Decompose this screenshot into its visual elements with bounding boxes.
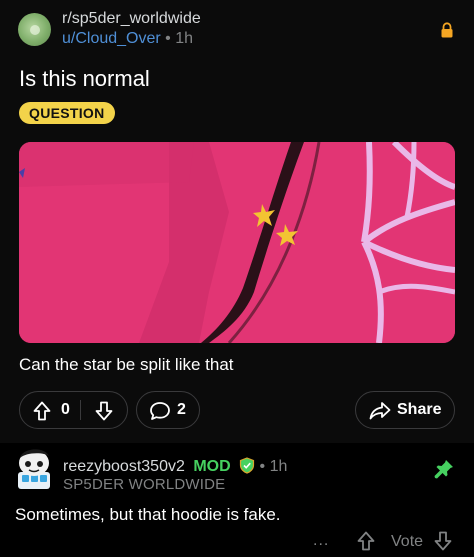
post-body: Can the star be split like that bbox=[19, 355, 234, 374]
comment-count: 2 bbox=[177, 401, 186, 418]
byline-separator: • bbox=[165, 30, 176, 47]
comment: reezyboost350v2 MOD • 1h SP5DER WORLDWID… bbox=[0, 443, 474, 557]
mod-badge: MOD bbox=[193, 458, 231, 475]
arrow-down-icon[interactable] bbox=[95, 401, 113, 421]
mod-shield-icon bbox=[239, 457, 255, 474]
comment-bubble-icon bbox=[150, 402, 170, 420]
subreddit-name[interactable]: r/sp5der_worldwide bbox=[62, 10, 201, 28]
hoodie-photo bbox=[19, 142, 455, 343]
arrow-up-icon[interactable] bbox=[357, 531, 375, 551]
comments-button[interactable]: 2 bbox=[136, 391, 200, 429]
comment-time-sep: • bbox=[259, 458, 270, 475]
vote-bar: 0 bbox=[19, 391, 128, 429]
post-title[interactable]: Is this normal bbox=[19, 66, 150, 92]
more-options-button[interactable]: ... bbox=[313, 532, 329, 550]
comment-time: 1h bbox=[269, 458, 288, 475]
share-button[interactable]: Share bbox=[355, 391, 455, 429]
arrow-down-icon[interactable] bbox=[434, 531, 452, 551]
vote-count: 0 bbox=[61, 401, 70, 418]
share-arrow-icon bbox=[369, 402, 391, 420]
comment-text: Sometimes, but that hoodie is fake. bbox=[15, 505, 281, 524]
post-time: 1h bbox=[175, 30, 194, 47]
comment-username[interactable]: reezyboost350v2 bbox=[63, 458, 185, 475]
user-avatar[interactable] bbox=[14, 446, 54, 491]
lock-icon bbox=[441, 22, 453, 38]
subreddit-avatar[interactable] bbox=[18, 13, 51, 46]
comment-author-line: reezyboost350v2 MOD • 1h bbox=[63, 457, 287, 476]
pin-icon bbox=[434, 460, 453, 479]
share-label: Share bbox=[397, 401, 442, 418]
vote-divider bbox=[80, 400, 81, 420]
post-card: r/sp5der_worldwide u/Cloud_Over • 1h Is … bbox=[0, 0, 474, 443]
post-image[interactable] bbox=[19, 142, 455, 343]
arrow-up-icon[interactable] bbox=[33, 401, 51, 421]
comment-community: SP5DER WORLDWIDE bbox=[63, 476, 226, 493]
post-author[interactable]: u/Cloud_Over bbox=[62, 30, 161, 47]
post-flair[interactable]: QUESTION bbox=[19, 102, 115, 124]
post-byline: u/Cloud_Over • 1h bbox=[62, 30, 193, 48]
comment-vote-label: Vote bbox=[391, 533, 424, 550]
avatar-highlight bbox=[30, 25, 40, 35]
